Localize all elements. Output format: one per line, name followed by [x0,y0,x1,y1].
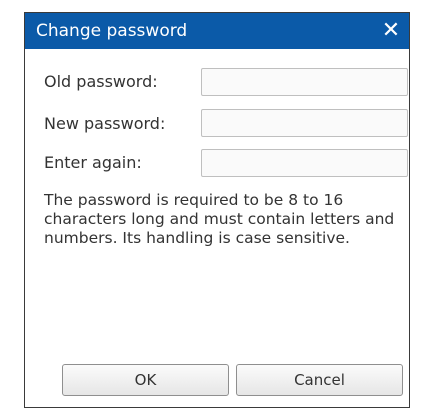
dialog-title-bar: Change password ✕ [25,13,409,49]
confirm-password-field[interactable] [201,149,408,177]
change-password-dialog: Change password ✕ Old password: New pass… [24,12,410,408]
new-password-label: New password: [44,114,166,133]
old-password-field[interactable] [201,68,408,96]
confirm-password-label: Enter again: [44,153,142,172]
old-password-label: Old password: [44,72,158,91]
new-password-field[interactable] [201,109,408,137]
password-requirements-text: The password is required to be 8 to 16 c… [44,191,395,247]
close-icon[interactable]: ✕ [377,17,405,45]
cancel-button[interactable]: Cancel [236,364,403,396]
dialog-title: Change password [36,21,188,41]
ok-button[interactable]: OK [62,364,229,396]
